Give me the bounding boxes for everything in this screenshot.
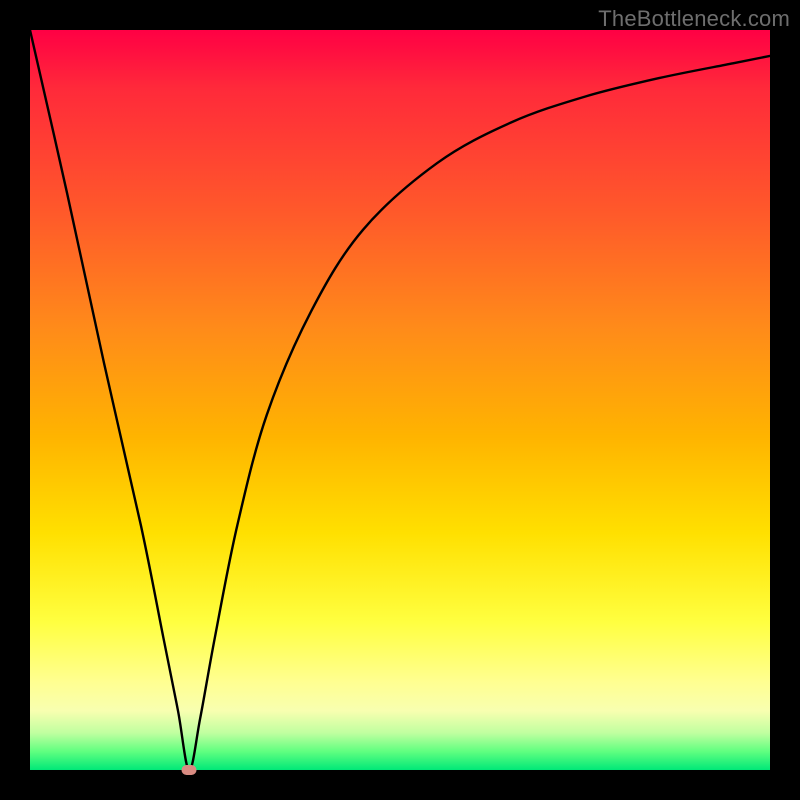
- curve-svg: [30, 30, 770, 770]
- watermark-text: TheBottleneck.com: [598, 6, 790, 32]
- bottleneck-curve-path: [30, 30, 770, 770]
- chart-frame: TheBottleneck.com: [0, 0, 800, 800]
- min-marker: [182, 765, 197, 775]
- plot-area: [30, 30, 770, 770]
